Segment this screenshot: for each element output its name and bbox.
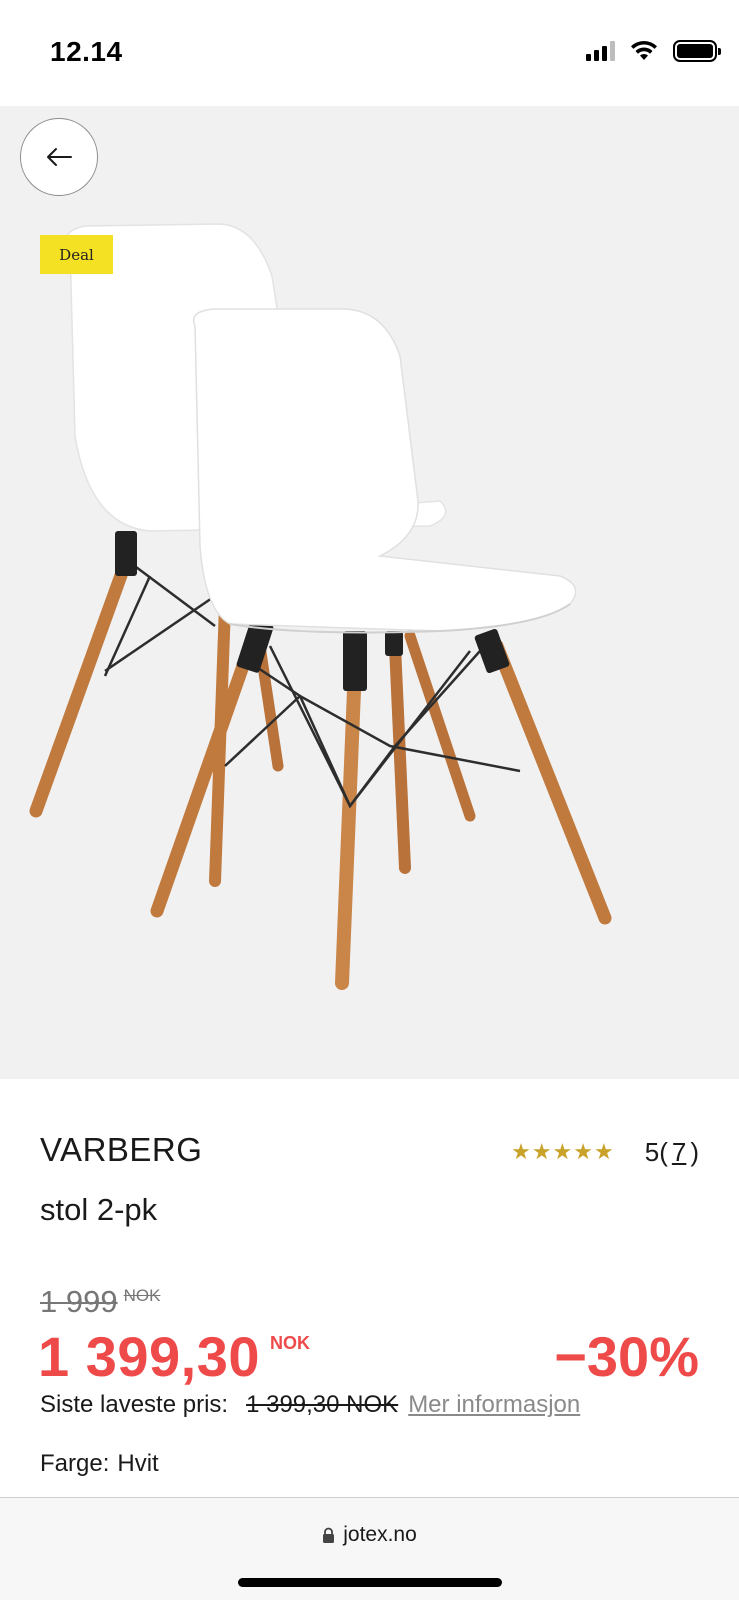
old-price: 1 999 NOK (40, 1284, 160, 1320)
rating-stars-icon: ★★★★★ (511, 1140, 615, 1165)
status-icons (586, 40, 721, 62)
signal-icon (586, 41, 615, 61)
rating-close-paren: ) (690, 1137, 699, 1167)
wifi-icon (631, 40, 657, 60)
product-subtitle: stol 2-pk (40, 1192, 158, 1227)
home-indicator[interactable] (238, 1578, 502, 1587)
rating-count-link[interactable]: 7 (672, 1137, 686, 1168)
status-time: 12.14 (50, 36, 123, 67)
url-row[interactable]: jotex.no (0, 1523, 739, 1547)
lowest-price-value: 1 399,30 NOK (246, 1391, 399, 1418)
product-info: VARBERG stol 2-pk ★★★★★ 5 ( 7 ) 1 999 NO… (0, 1079, 739, 1497)
color-label: Farge: (40, 1450, 110, 1477)
current-price: 1 399,30 NOK (38, 1325, 310, 1389)
browser-address-bar[interactable]: jotex.no (0, 1497, 739, 1600)
product-rating[interactable]: ★★★★★ 5 ( 7 ) (511, 1137, 699, 1168)
rating-text: 5 ( 7 ) (645, 1137, 699, 1168)
current-price-value: 1 399,30 (38, 1325, 260, 1388)
more-info-link[interactable]: Mer informasjon (408, 1391, 580, 1419)
deal-badge: Deal (40, 235, 113, 274)
rating-score: 5 (644, 1137, 660, 1167)
lock-icon (323, 1527, 335, 1543)
color-value: Hvit (117, 1450, 159, 1477)
back-button[interactable] (20, 118, 98, 196)
old-price-value: 1 999 (40, 1284, 118, 1319)
lowest-price-label: Siste laveste pris: (40, 1391, 229, 1418)
lowest-price-row: Siste laveste pris: 1 399,30 NOK Mer inf… (40, 1391, 580, 1419)
current-price-currency: NOK (269, 1333, 310, 1353)
old-price-currency: NOK (123, 1286, 161, 1305)
url-text[interactable]: jotex.no (343, 1523, 417, 1547)
product-brand: VARBERG (40, 1131, 203, 1168)
battery-icon (673, 40, 721, 62)
product-gallery[interactable]: Deal (0, 106, 739, 1079)
arrow-left-icon (47, 148, 72, 166)
color-selector[interactable]: Farge: Hvit (40, 1450, 159, 1478)
status-bar: 12.14 (0, 0, 739, 106)
rating-open-paren: ( (659, 1137, 668, 1167)
discount-percent: −30% (554, 1325, 699, 1388)
